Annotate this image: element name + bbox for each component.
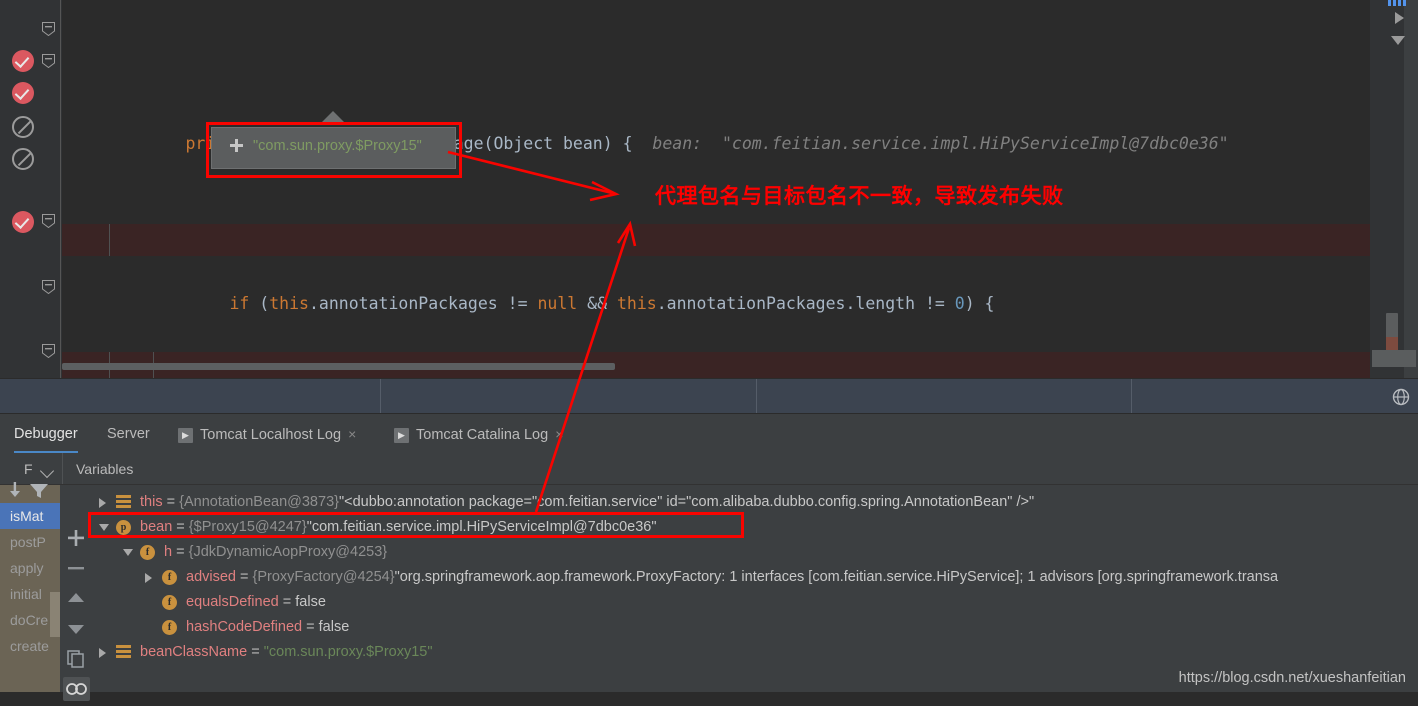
variable-value: "<dubbo:annotation package="com.feitian.…: [338, 494, 1035, 510]
variable-row-beanClassName[interactable]: beanClassName = "com.sun.proxy.$Proxy15": [99, 640, 433, 665]
variable-value: false: [318, 619, 350, 635]
breakpoint-muted-icon[interactable]: [12, 116, 34, 138]
collapse-arrow-icon[interactable]: [99, 524, 109, 531]
debug-tool-window: Debugger Server ▶ Tomcat Localhost Log × ▶…: [0, 378, 1418, 701]
variable-type: {JdkDynamicAopProxy@4253}: [188, 544, 388, 560]
frame-item[interactable]: apply: [0, 555, 60, 581]
tab-server-label: Server: [107, 426, 150, 442]
stack-frame-icon: [116, 495, 131, 510]
fold-collapse-icon[interactable]: [42, 344, 55, 358]
gutter-separator: [60, 0, 61, 378]
annotation-note-text: 代理包名与目标包名不一致，导致发布失败: [655, 184, 1064, 208]
tab-tomcat-catalina-log-label: Tomcat Catalina Log: [416, 427, 549, 443]
fold-collapse-icon[interactable]: [42, 214, 55, 228]
expand-arrow-icon[interactable]: [99, 498, 106, 508]
prev-occurrence-icon[interactable]: [1391, 36, 1405, 45]
tab-debugger[interactable]: Debugger: [14, 415, 78, 453]
variable-name: advised: [186, 569, 236, 585]
error-stripe-marker[interactable]: [1386, 337, 1398, 351]
field-icon: f: [140, 545, 155, 560]
stripe-lens-box: [1372, 350, 1416, 367]
parameter-icon: p: [116, 520, 131, 535]
variable-row-advised[interactable]: f advised = {ProxyFactory@4254}"org.spri…: [145, 565, 1278, 590]
step-down-icon[interactable]: [4, 479, 26, 501]
variables-side-toolbar[interactable]: [60, 485, 93, 701]
filter-icon[interactable]: [27, 479, 51, 503]
stripe-top-ticks: [1380, 0, 1406, 6]
field-icon: f: [162, 595, 177, 610]
variables-tree[interactable]: this = {AnnotationBean@3873}"<dubbo:anno…: [93, 485, 1418, 692]
collapse-arrow-icon[interactable]: [123, 549, 133, 556]
variable-name: hashCodeDefined: [186, 619, 303, 635]
tab-tomcat-catalina-log[interactable]: ▶ Tomcat Catalina Log ×: [394, 415, 563, 453]
ide-window: private boolean isMatchPackage(Object be…: [0, 0, 1418, 701]
variable-row-this[interactable]: this = {AnnotationBean@3873}"<dubbo:anno…: [99, 490, 1034, 515]
popup-caret-icon: [322, 111, 344, 122]
chevron-down-icon[interactable]: [39, 463, 55, 479]
field-icon: f: [162, 620, 177, 635]
expand-arrow-icon[interactable]: [145, 573, 152, 583]
close-icon[interactable]: ×: [348, 426, 356, 442]
move-down-icon[interactable]: [66, 619, 86, 639]
variable-type: {AnnotationBean@3873}: [179, 494, 339, 510]
next-occurrence-icon[interactable]: [1395, 12, 1404, 24]
remove-watch-icon[interactable]: [65, 557, 87, 579]
variable-name: beanClassName: [140, 644, 248, 660]
variable-name: this: [140, 494, 163, 510]
tab-tomcat-localhost-log[interactable]: ▶ Tomcat Localhost Log ×: [178, 415, 356, 453]
variable-type: {$Proxy15@4247}: [188, 519, 307, 535]
variable-row-equalsDefined[interactable]: f equalsDefined = false: [162, 590, 326, 615]
variable-row-hashCodeDefined[interactable]: f hashCodeDefined = false: [162, 615, 349, 640]
watermark-text: https://blog.csdn.net/xueshanfeitian: [1178, 670, 1406, 686]
expand-arrow-icon[interactable]: [99, 648, 106, 658]
variable-value: "com.sun.proxy.$Proxy15": [263, 644, 433, 660]
tab-server[interactable]: Server: [107, 415, 150, 453]
variable-name: h: [164, 544, 173, 560]
watches-icon[interactable]: [63, 677, 90, 701]
variable-value: "org.springframework.aop.framework.Proxy…: [394, 569, 1279, 585]
globe-icon[interactable]: [1392, 388, 1410, 406]
breakpoint-verified-icon[interactable]: [12, 211, 34, 233]
variable-value: "com.feitian.service.impl.HiPyServiceImp…: [306, 519, 657, 535]
editor-horizontal-scrollbar[interactable]: [62, 363, 615, 370]
run-icon: ▶: [394, 427, 409, 443]
stack-frame-icon: [116, 645, 131, 660]
close-icon[interactable]: ×: [555, 426, 563, 442]
variable-row-bean[interactable]: p bean = {$Proxy15@4247}"com.feitian.ser…: [99, 515, 657, 540]
move-up-icon[interactable]: [66, 588, 86, 608]
add-watch-icon[interactable]: [65, 527, 87, 549]
frames-list[interactable]: isMat postP apply initial doCre create: [0, 485, 60, 692]
fold-collapse-icon[interactable]: [42, 280, 55, 294]
variable-name: bean: [140, 519, 173, 535]
debug-tabbar[interactable]: Debugger Server ▶ Tomcat Localhost Log × ▶…: [0, 415, 1418, 483]
variable-type: {ProxyFactory@4254}: [252, 569, 395, 585]
fold-collapse-icon[interactable]: [42, 54, 55, 68]
breakpoint-muted-icon[interactable]: [12, 148, 34, 170]
frames-scrollbar[interactable]: [50, 592, 60, 637]
code-line[interactable]: private boolean isMatchPackage(Object be…: [62, 96, 1370, 153]
breakpoint-verified-icon[interactable]: [12, 50, 34, 72]
field-icon: f: [162, 570, 177, 585]
variables-label: Variables: [76, 461, 134, 477]
popup-value-text: "com.sun.proxy.$Proxy15": [253, 138, 422, 154]
run-icon: ▶: [178, 427, 193, 443]
variable-name: equalsDefined: [186, 594, 279, 610]
expand-plus-icon[interactable]: [230, 139, 243, 152]
tab-tomcat-localhost-log-label: Tomcat Localhost Log: [200, 427, 342, 443]
debug-subbar: F Variables: [0, 453, 1418, 485]
variable-value: false: [295, 594, 326, 610]
tab-debugger-label: Debugger: [14, 426, 78, 442]
fold-collapse-icon[interactable]: [42, 22, 55, 36]
frame-item[interactable]: postP: [0, 529, 60, 555]
inline-value-popup[interactable]: "com.sun.proxy.$Proxy15": [211, 127, 456, 169]
variable-row-h[interactable]: f h = {JdkDynamicAopProxy@4253}: [123, 540, 387, 565]
code-line[interactable]: if (this.annotationPackages != null && t…: [62, 224, 1370, 313]
editor-breadcrumb-bar[interactable]: [0, 378, 1418, 414]
editor-error-stripe[interactable]: [1370, 0, 1418, 378]
copy-icon[interactable]: [66, 649, 86, 669]
breakpoint-verified-icon[interactable]: [12, 82, 34, 104]
